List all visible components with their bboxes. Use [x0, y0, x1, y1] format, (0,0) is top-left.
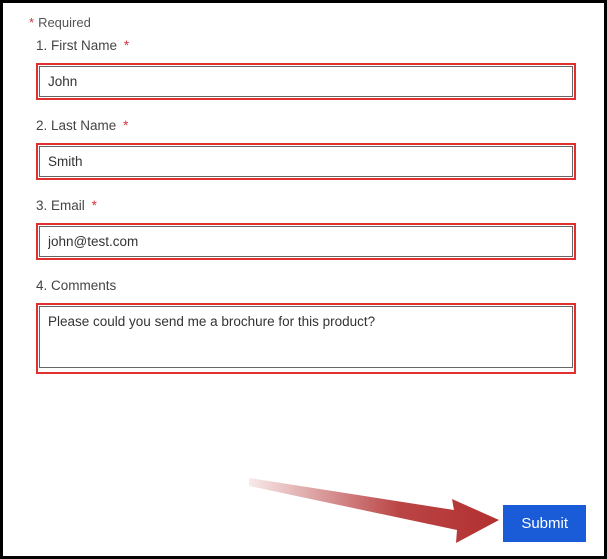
comments-number: 4. [36, 278, 47, 293]
field-last-name: 2. Last Name * [36, 118, 586, 180]
comments-textarea[interactable] [39, 306, 573, 368]
form-frame: * Required 1. First Name * 2. Last Name *… [0, 0, 607, 559]
annotation-arrow-icon [244, 458, 504, 548]
required-label: Required [38, 15, 91, 30]
first-name-input[interactable] [39, 66, 573, 97]
field-first-name: 1. First Name * [36, 38, 586, 100]
last-name-label: 2. Last Name * [36, 118, 586, 133]
last-name-label-text: Last Name [51, 118, 116, 133]
field-comments: 4. Comments [36, 278, 586, 374]
first-name-label-text: First Name [51, 38, 117, 53]
submit-button[interactable]: Submit [503, 505, 586, 542]
required-star-icon: * [123, 118, 128, 133]
first-name-highlight [36, 63, 576, 100]
email-input[interactable] [39, 226, 573, 257]
last-name-input[interactable] [39, 146, 573, 177]
required-star-icon: * [124, 38, 129, 53]
last-name-number: 2. [36, 118, 47, 133]
submit-row: Submit [503, 505, 586, 542]
email-label: 3. Email * [36, 198, 586, 213]
last-name-highlight [36, 143, 576, 180]
first-name-label: 1. First Name * [36, 38, 586, 53]
comments-highlight [36, 303, 576, 374]
comments-label-text: Comments [51, 278, 116, 293]
comments-label: 4. Comments [36, 278, 586, 293]
required-note: * Required [29, 15, 586, 30]
email-number: 3. [36, 198, 47, 213]
first-name-number: 1. [36, 38, 47, 53]
email-label-text: Email [51, 198, 85, 213]
required-star: * [29, 15, 34, 30]
email-highlight [36, 223, 576, 260]
required-star-icon: * [92, 198, 97, 213]
field-email: 3. Email * [36, 198, 586, 260]
